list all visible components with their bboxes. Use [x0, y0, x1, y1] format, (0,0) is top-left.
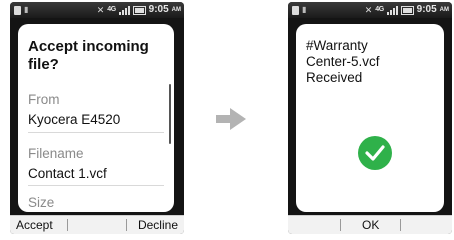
divider: [28, 185, 164, 186]
phone-screen-incoming-file: ▮ ✕ 4G 9:05 AM Accept incoming file? From…: [10, 2, 184, 234]
battery-icon: [132, 5, 146, 15]
sim-icon: [14, 5, 21, 15]
dialog-title: Accept incoming file?: [28, 38, 149, 73]
status-bar: ▮ ✕ 4G 9:05 AM: [10, 2, 184, 18]
mute-icon: ✕: [96, 5, 105, 15]
sim-icon: [292, 5, 299, 15]
ok-softkey[interactable]: OK: [362, 216, 379, 234]
clock-ampm: AM: [439, 7, 449, 13]
clock-time: 9:05: [416, 4, 437, 15]
from-value: Kyocera E4520: [28, 112, 121, 127]
signal-bars-icon: [386, 5, 398, 15]
network-type: 4G: [107, 6, 116, 13]
message-line: Center-5.vcf: [306, 54, 380, 69]
filename-label: Filename: [28, 146, 84, 161]
signal-small-icon: ▮: [24, 5, 29, 14]
network-type: 4G: [375, 6, 384, 13]
message-line: Received: [306, 70, 363, 85]
clock-ampm: AM: [171, 7, 181, 13]
accept-softkey[interactable]: Accept: [16, 216, 53, 234]
incoming-file-dialog: Accept incoming file? From Kyocera E4520…: [18, 24, 174, 212]
softkey-bar: OK: [288, 215, 452, 234]
status-bar: ▮ ✕ 4G 9:05 AM: [288, 2, 452, 18]
arrow-right-icon: [216, 108, 246, 130]
signal-bars-icon: [118, 5, 130, 15]
scrollbar[interactable]: [169, 84, 171, 144]
clock-time: 9:05: [148, 4, 169, 15]
mute-icon: ✕: [364, 5, 373, 15]
size-label: Size: [28, 195, 55, 210]
battery-icon: [400, 5, 414, 15]
from-label: From: [28, 92, 60, 107]
signal-small-icon: ▮: [302, 5, 307, 14]
message-line: #Warranty: [306, 38, 368, 53]
decline-softkey[interactable]: Decline: [138, 216, 178, 234]
received-message: #Warranty Center-5.vcf Received: [306, 38, 380, 86]
checkmark-success-icon: [358, 136, 392, 170]
softkey-separator: [67, 219, 68, 231]
divider: [28, 132, 164, 133]
softkey-separator: [126, 219, 127, 231]
softkey-separator: [400, 219, 401, 231]
phone-screen-file-received: ▮ ✕ 4G 9:05 AM #Warranty Center-5.vcf Rec…: [288, 2, 452, 234]
file-received-dialog: #Warranty Center-5.vcf Received: [296, 24, 444, 212]
softkey-separator: [340, 219, 341, 231]
filename-value: Contact 1.vcf: [28, 166, 107, 181]
softkey-bar: Accept Decline: [10, 215, 184, 234]
